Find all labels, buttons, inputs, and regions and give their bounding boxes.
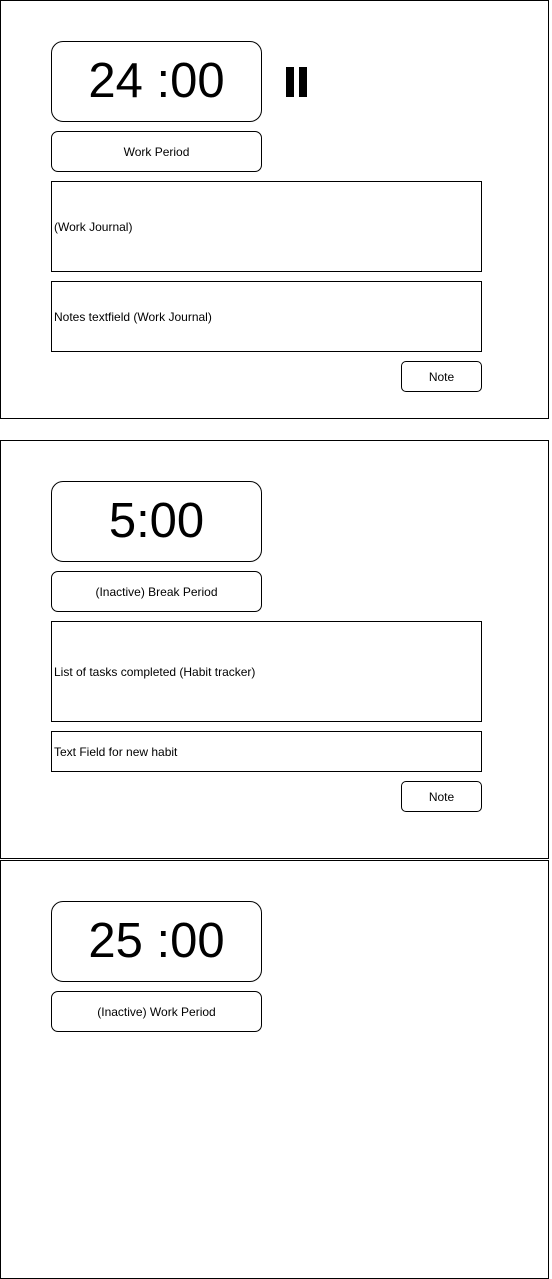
break-period-button[interactable]: (Inactive) Break Period [51, 571, 262, 612]
new-habit-textfield[interactable]: Text Field for new habit [51, 731, 482, 772]
notes-textfield[interactable]: Notes textfield (Work Journal) [51, 281, 482, 352]
work-timer-display: 25 :00 [51, 901, 262, 982]
work-period-frame-inactive: 25 :00 (Inactive) Work Period [0, 860, 549, 1279]
note-button[interactable]: Note [401, 361, 482, 392]
break-timer-display: 5:00 [51, 481, 262, 562]
work-timer-display: 24 :00 [51, 41, 262, 122]
work-period-button[interactable]: Work Period [51, 131, 262, 172]
work-journal-box: (Work Journal) [51, 181, 482, 272]
work-period-button[interactable]: (Inactive) Work Period [51, 991, 262, 1032]
pause-icon[interactable] [286, 67, 307, 97]
work-period-frame: 24 :00 Work Period (Work Journal) Notes … [0, 0, 549, 419]
note-button[interactable]: Note [401, 781, 482, 812]
tasks-completed-list: List of tasks completed (Habit tracker) [51, 621, 482, 722]
break-period-frame: 5:00 (Inactive) Break Period List of tas… [0, 440, 549, 859]
